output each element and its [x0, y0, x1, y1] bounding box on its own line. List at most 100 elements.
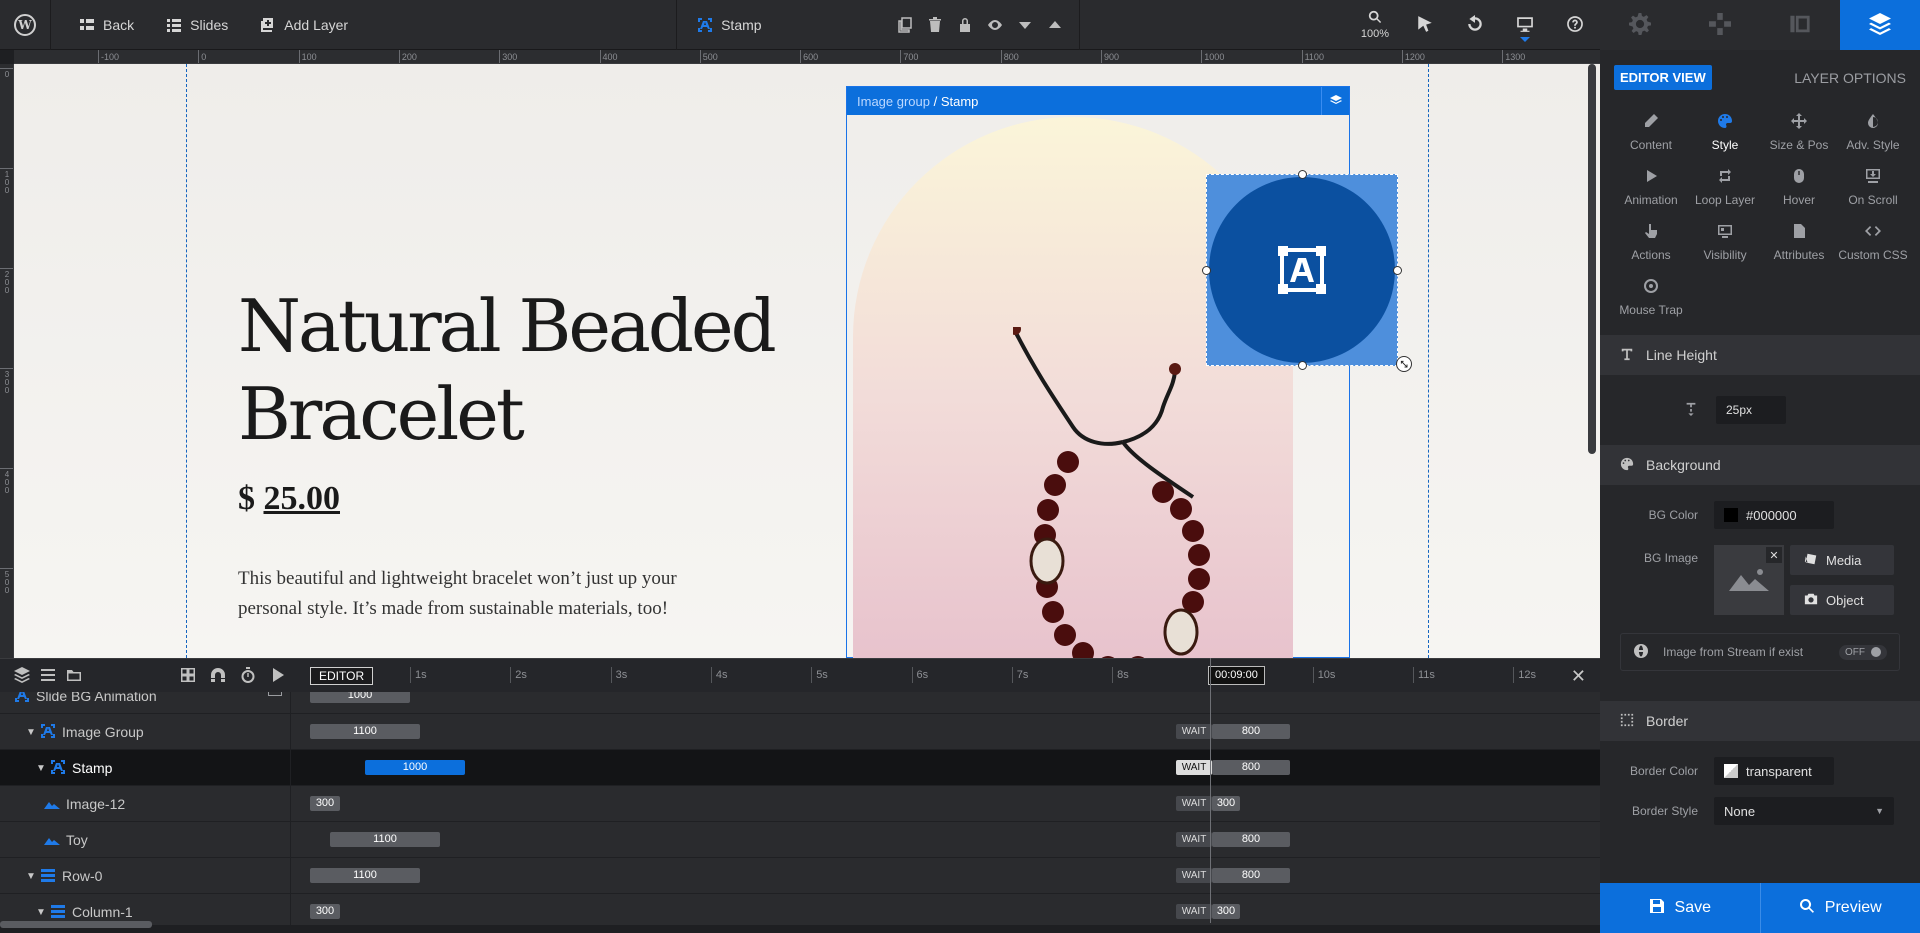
out-animation-bar[interactable]: 800 — [1212, 832, 1290, 847]
canvas-scrollbar[interactable] — [1588, 64, 1596, 454]
tab-navigation[interactable] — [1680, 0, 1760, 50]
out-animation-bar[interactable]: 300 — [1212, 904, 1240, 919]
in-animation-bar[interactable]: 1100 — [330, 832, 440, 847]
option-custom-css[interactable]: Custom CSS — [1836, 215, 1910, 270]
scale-handle-icon[interactable] — [1396, 356, 1412, 372]
timeline-scrollbar[interactable] — [0, 921, 152, 928]
slides-button[interactable]: Slides — [150, 0, 244, 50]
editor-mode-label[interactable]: EDITOR — [310, 667, 374, 685]
help-button[interactable] — [1550, 0, 1600, 50]
wait-badge[interactable]: WAIT — [1176, 796, 1212, 811]
object-button[interactable]: Object — [1790, 585, 1894, 615]
timeline-row[interactable]: Image-12 300 WAIT 300 — [0, 786, 1600, 822]
layers-icon[interactable] — [1321, 87, 1349, 115]
timeline-row[interactable]: ▼ Stamp 1000 WAIT 800 — [0, 750, 1600, 786]
resize-handle-right[interactable] — [1393, 266, 1402, 275]
line-height-input[interactable]: 25px — [1716, 396, 1786, 424]
product-description[interactable]: This beautiful and lightweight bracelet … — [238, 564, 688, 624]
border-style-select[interactable]: None ▼ — [1714, 797, 1894, 825]
option-size-pos[interactable]: Size & Pos — [1762, 105, 1836, 160]
tab-slide-layout[interactable] — [1760, 0, 1840, 50]
timeline-row[interactable]: ▼ Row-0 1100 WAIT 800 — [0, 858, 1600, 894]
product-price[interactable]: $ 25.00 — [238, 480, 340, 518]
in-animation-bar[interactable]: 1100 — [310, 724, 420, 739]
stream-toggle[interactable]: OFF — [1839, 644, 1887, 660]
tab-layers[interactable] — [1840, 0, 1920, 50]
out-animation-bar[interactable]: 800 — [1212, 868, 1290, 883]
layer-name[interactable]: ▼ Stamp — [36, 750, 112, 786]
border-section-header[interactable]: Border — [1600, 701, 1920, 741]
option-animation[interactable]: Animation — [1614, 160, 1688, 215]
timeline-row[interactable]: ▼ Column-1 300 WAIT 300 — [0, 894, 1600, 925]
timeline-row[interactable]: Slide BG Animation 1000 — [0, 692, 1600, 714]
option-adv-style[interactable]: Adv. Style — [1836, 105, 1910, 160]
image-group-layer[interactable]: Image group / Stamp — [846, 86, 1350, 658]
option-hover[interactable]: Hover — [1762, 160, 1836, 215]
layer-name[interactable]: Slide BG Animation — [14, 692, 157, 714]
wait-badge[interactable]: WAIT — [1176, 904, 1212, 919]
save-button[interactable]: Save — [1600, 883, 1760, 933]
add-layer-button[interactable]: Add Layer — [244, 0, 364, 50]
zoom-button[interactable]: 100% — [1350, 0, 1400, 50]
play-icon[interactable] — [270, 667, 286, 686]
playhead-line[interactable] — [1210, 658, 1211, 923]
media-button[interactable]: Media — [1790, 545, 1894, 575]
wait-badge[interactable]: WAIT — [1176, 724, 1212, 739]
in-animation-bar[interactable]: 300 — [310, 904, 340, 919]
chevron-down-icon[interactable] — [1017, 17, 1033, 33]
preview-button[interactable]: Preview — [1759, 883, 1920, 933]
option-actions[interactable]: Actions — [1614, 215, 1688, 270]
eye-icon[interactable] — [987, 17, 1003, 33]
grid-snap-icon[interactable] — [180, 667, 196, 686]
expand-caret-icon[interactable]: ▼ — [26, 727, 36, 738]
bg-color-input[interactable]: #000000 — [1714, 501, 1834, 529]
background-section-header[interactable]: Background — [1600, 445, 1920, 485]
option-mouse-trap[interactable]: Mouse Trap — [1614, 270, 1688, 325]
desktop-view-button[interactable] — [1500, 0, 1550, 50]
option-style[interactable]: Style — [1688, 105, 1762, 160]
product-title[interactable]: Natural Beaded Bracelet — [238, 282, 777, 458]
layer-name[interactable]: Toy — [44, 822, 88, 858]
wait-badge[interactable]: WAIT — [1176, 832, 1212, 847]
magnet-icon[interactable] — [210, 667, 226, 686]
back-button[interactable]: Back — [51, 0, 150, 50]
in-animation-bar[interactable]: 1100 — [310, 868, 420, 883]
select-tool-button[interactable] — [1400, 0, 1450, 50]
editor-view-button[interactable]: EDITOR VIEW — [1614, 65, 1712, 90]
timeline-row[interactable]: Toy 1100 WAIT 800 — [0, 822, 1600, 858]
chevron-up-icon[interactable] — [1047, 17, 1063, 33]
slide-canvas[interactable]: Natural Beaded Bracelet $ 25.00 This bea… — [14, 64, 1600, 658]
stamp-layer[interactable] — [1202, 170, 1402, 370]
lock-icon[interactable] — [957, 17, 973, 33]
layers-icon[interactable] — [14, 666, 30, 686]
list-icon[interactable] — [40, 667, 56, 686]
duplicate-icon[interactable] — [897, 16, 913, 33]
layer-name[interactable]: ▼ Row-0 — [26, 858, 102, 894]
resize-handle-left[interactable] — [1202, 266, 1211, 275]
breadcrumb[interactable]: Image group / Stamp — [847, 87, 1349, 115]
expand-caret-icon[interactable]: ▼ — [36, 907, 46, 918]
line-height-section-header[interactable]: Line Height — [1600, 335, 1920, 375]
out-animation-bar[interactable]: 800 — [1212, 760, 1290, 775]
wait-badge[interactable]: WAIT — [1176, 760, 1212, 775]
in-animation-bar[interactable]: 1000 — [310, 692, 410, 703]
option-content[interactable]: Content — [1614, 105, 1688, 160]
remove-image-icon[interactable]: ✕ — [1766, 547, 1782, 563]
timeline-row[interactable]: ▼ Image Group 1100 WAIT 800 — [0, 714, 1600, 750]
out-animation-bar[interactable]: 300 — [1212, 796, 1240, 811]
expand-caret-icon[interactable]: ▼ — [26, 871, 36, 882]
trash-icon[interactable] — [927, 16, 943, 33]
bg-image-preview[interactable]: ✕ — [1714, 545, 1784, 615]
close-icon[interactable]: ✕ — [1571, 667, 1586, 685]
in-animation-bar[interactable]: 1000 — [365, 760, 465, 775]
folder-icon[interactable] — [66, 667, 82, 686]
option-loop-layer[interactable]: Loop Layer — [1688, 160, 1762, 215]
border-color-input[interactable]: transparent — [1714, 757, 1834, 785]
layer-name[interactable]: Image-12 — [44, 786, 125, 822]
undo-button[interactable] — [1450, 0, 1500, 50]
current-layer-name[interactable]: Stamp — [677, 0, 873, 50]
in-animation-bar[interactable]: 300 — [310, 796, 340, 811]
wait-badge[interactable]: WAIT — [1176, 868, 1212, 883]
playhead-time[interactable]: 00:09:00 — [1208, 666, 1265, 685]
breadcrumb-parent[interactable]: Image group — [857, 94, 930, 109]
